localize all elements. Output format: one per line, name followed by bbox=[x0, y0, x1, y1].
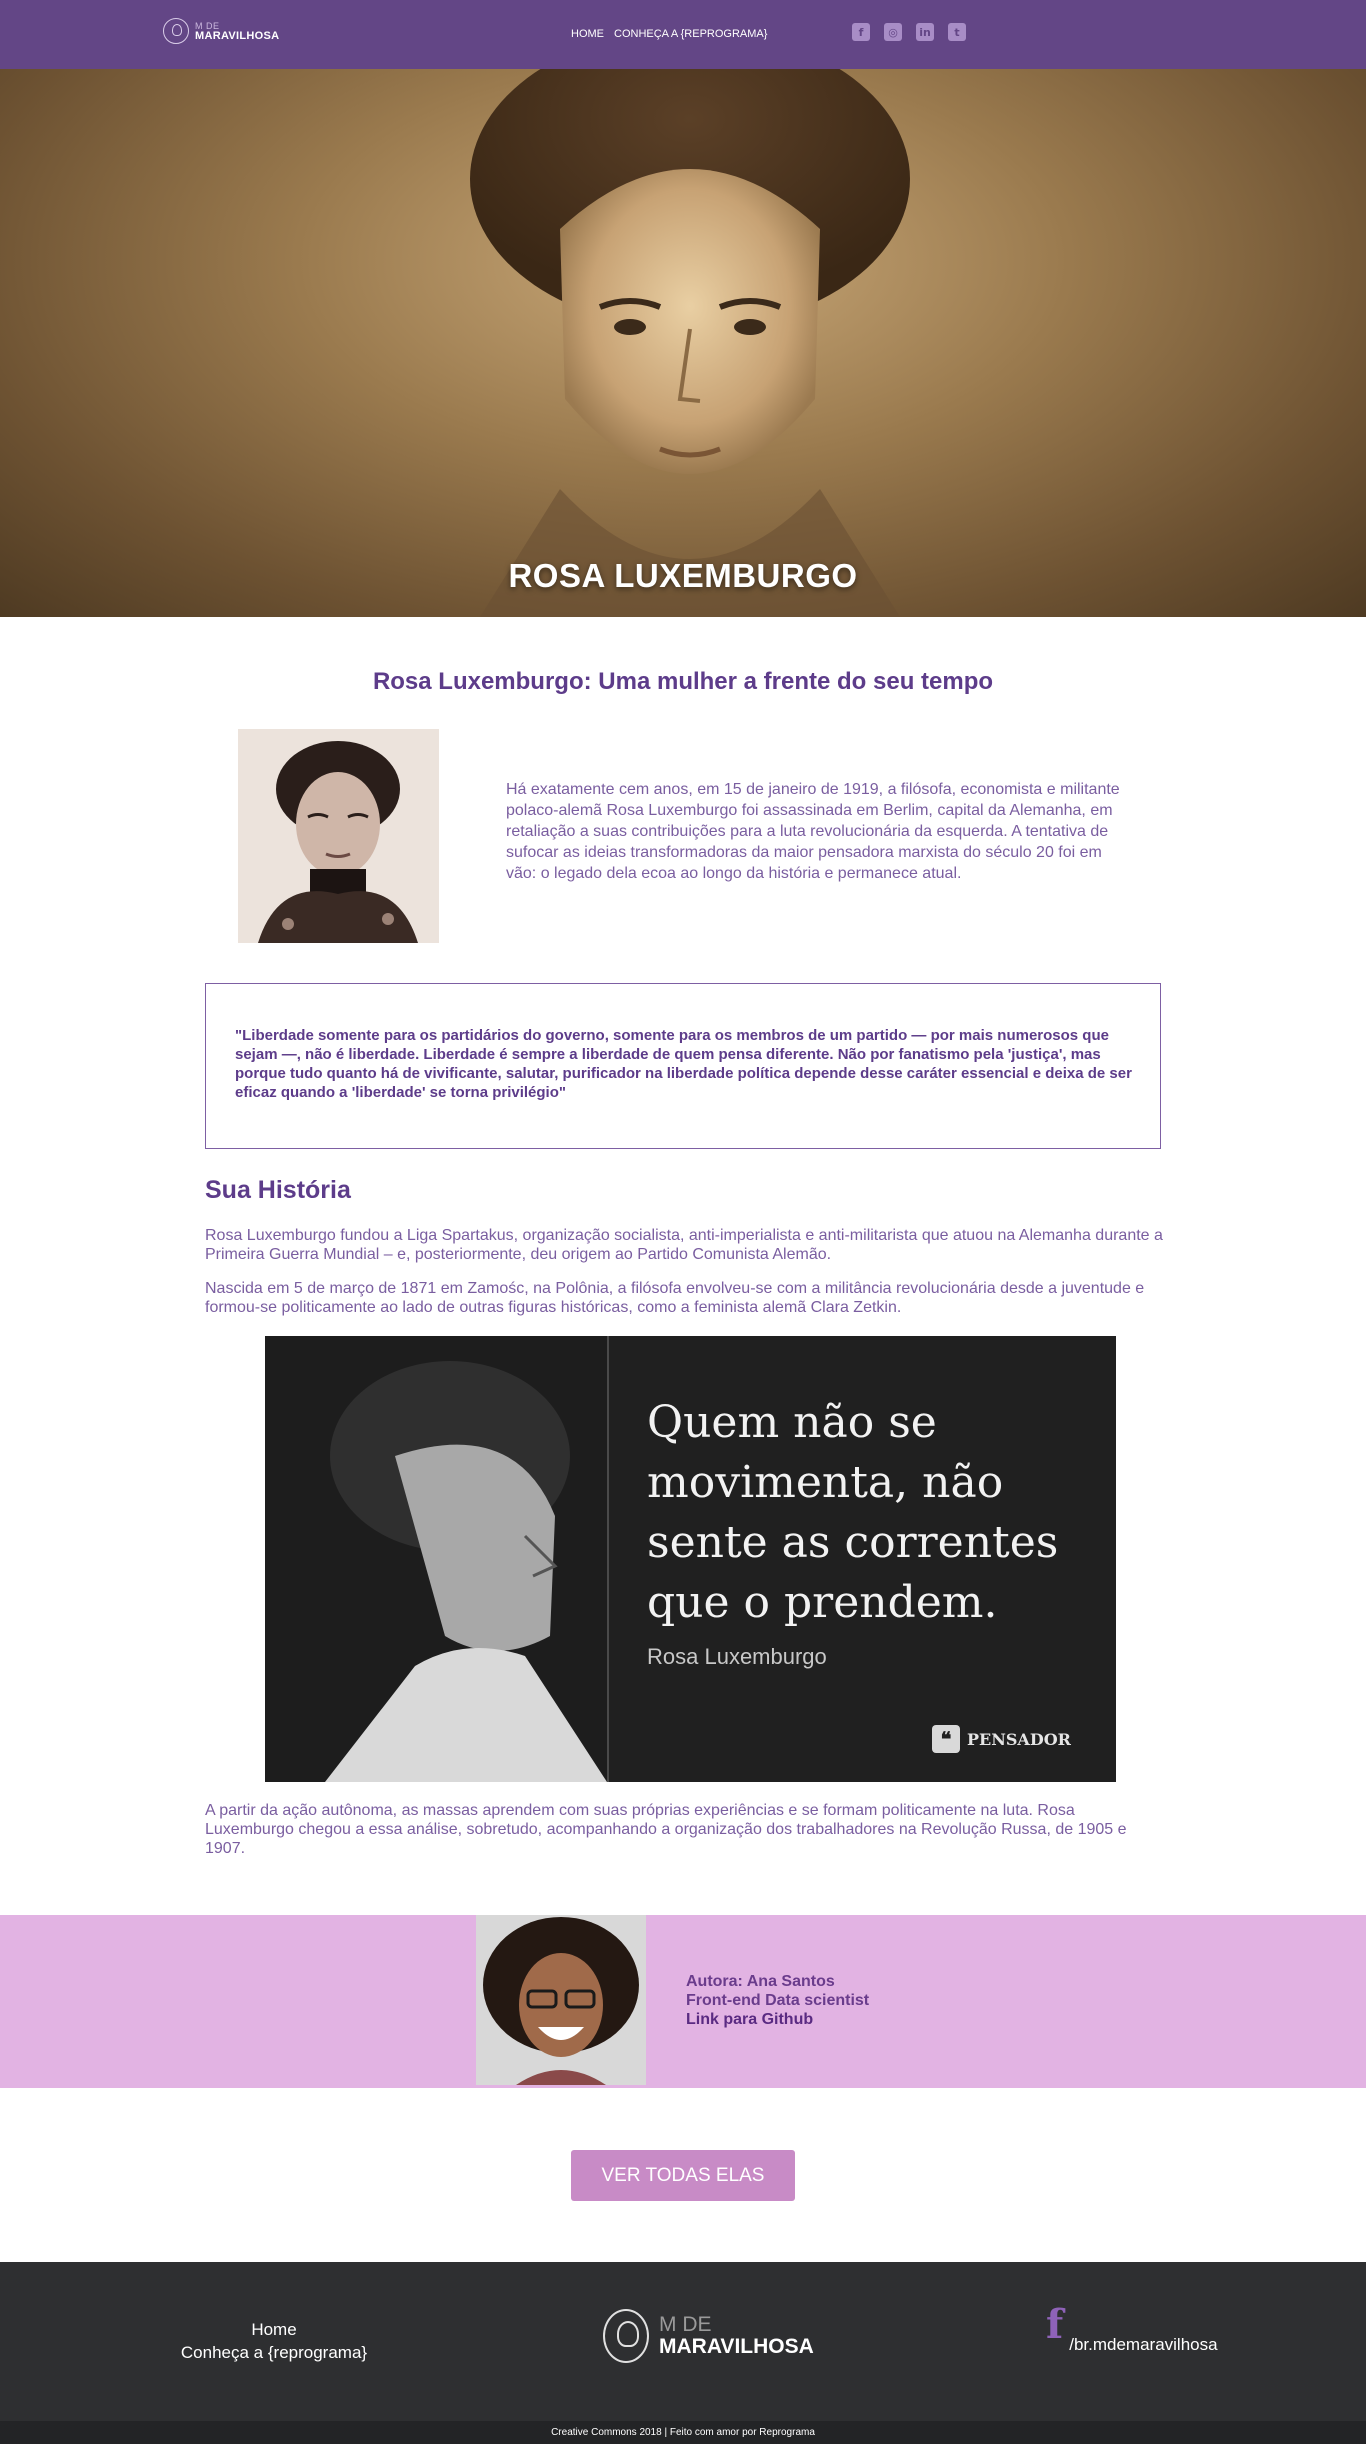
footer-reprograma-link[interactable]: Conheça a {reprograma} bbox=[176, 2341, 372, 2364]
quote-image: Quem não se movimenta, não sente as corr… bbox=[265, 1336, 1116, 1782]
quote-box: "Liberdade somente para os partidários d… bbox=[205, 983, 1161, 1149]
quote-marks-icon: ❝ bbox=[932, 1725, 960, 1753]
site-logo[interactable]: M DE MARAVILHOSA bbox=[163, 18, 279, 44]
hero-banner: ROSA LUXEMBURGO bbox=[0, 69, 1366, 617]
author-avatar bbox=[476, 1915, 646, 2085]
footer-nav: Home Conheça a {reprograma} bbox=[176, 2318, 372, 2364]
quote-text: "Liberdade somente para os partidários d… bbox=[235, 1027, 1132, 1101]
quote-image-photo bbox=[265, 1336, 607, 1782]
intro-paragraph: Há exatamente cem anos, em 15 de janeiro… bbox=[506, 781, 1120, 882]
article-title: Rosa Luxemburgo: Uma mulher a frente do … bbox=[372, 668, 994, 695]
quote-image-divider bbox=[607, 1336, 609, 1782]
footer-social[interactable]: f /br.mdemaravilhosa bbox=[1046, 2305, 1218, 2355]
author-avatar-illustration bbox=[476, 1915, 646, 2085]
footer-logo-small: M DE bbox=[659, 2313, 712, 2336]
logo-face-icon bbox=[163, 18, 189, 44]
portrait-illustration bbox=[238, 729, 439, 943]
portrait-image bbox=[238, 729, 439, 943]
see-all-button[interactable]: VER TODAS ELAS bbox=[571, 2150, 795, 2201]
footer-logo[interactable]: M DE MARAVILHOSA bbox=[603, 2309, 814, 2363]
footer-logo-text: M DE MARAVILHOSA bbox=[659, 2314, 814, 2358]
quote-image-author: Rosa Luxemburgo bbox=[647, 1644, 827, 1669]
author-role: Front-end Data scientist bbox=[686, 1992, 870, 2009]
nav-home-link[interactable]: HOME bbox=[571, 28, 604, 40]
nav-reprograma-link[interactable]: CONHEÇA A {REPROGRAMA} bbox=[614, 28, 767, 40]
history-paragraph-3: A partir da ação autônoma, as massas apr… bbox=[205, 1802, 1127, 1857]
author-section bbox=[0, 1915, 1366, 2088]
facebook-icon[interactable]: f bbox=[1046, 2305, 1063, 2345]
site-header: M DE MARAVILHOSA HOME CONHEÇA A {REPROGR… bbox=[0, 0, 1366, 69]
linkedin-icon[interactable]: in bbox=[916, 23, 934, 41]
pensador-brand: ❝ PENSADOR bbox=[932, 1725, 1071, 1753]
pensador-brand-text: PENSADOR bbox=[967, 1729, 1071, 1749]
history-paragraph-2: Nascida em 5 de março de 1871 em Zamośc,… bbox=[205, 1280, 1145, 1316]
header-social: f ◎ in t bbox=[852, 23, 966, 41]
footer-home-link[interactable]: Home bbox=[176, 2318, 372, 2341]
history-paragraph-1: Rosa Luxemburgo fundou a Liga Spartakus,… bbox=[205, 1227, 1163, 1263]
footer-logo-big: MARAVILHOSA bbox=[659, 2335, 814, 2358]
profile-silhouette bbox=[265, 1336, 607, 1782]
main-nav: HOME CONHEÇA A {REPROGRAMA} bbox=[571, 28, 767, 40]
copyright-text: Creative Commons 2018 | Feito com amor p… bbox=[551, 2427, 815, 2438]
quote-image-text: Quem não se movimenta, não sente as corr… bbox=[647, 1397, 1059, 1628]
copyright-bar: Creative Commons 2018 | Feito com amor p… bbox=[0, 2421, 1366, 2444]
hero-title: ROSA LUXEMBURGO bbox=[508, 557, 858, 594]
footer-logo-face-icon bbox=[603, 2309, 649, 2363]
author-info: Autora: Ana Santos Front-end Data scient… bbox=[686, 1972, 869, 2029]
author-name: Autora: Ana Santos bbox=[686, 1973, 835, 1990]
logo-text: M DE MARAVILHOSA bbox=[195, 21, 280, 42]
twitter-icon[interactable]: t bbox=[948, 23, 966, 41]
facebook-icon[interactable]: f bbox=[852, 23, 870, 41]
facebook-handle[interactable]: /br.mdemaravilhosa bbox=[1069, 2335, 1217, 2355]
instagram-icon[interactable]: ◎ bbox=[884, 23, 902, 41]
history-title: Sua História bbox=[205, 1176, 351, 1204]
github-link[interactable]: Link para Github bbox=[686, 2010, 869, 2029]
hero-portrait-image bbox=[470, 69, 910, 617]
logo-big-text: MARAVILHOSA bbox=[195, 30, 280, 42]
